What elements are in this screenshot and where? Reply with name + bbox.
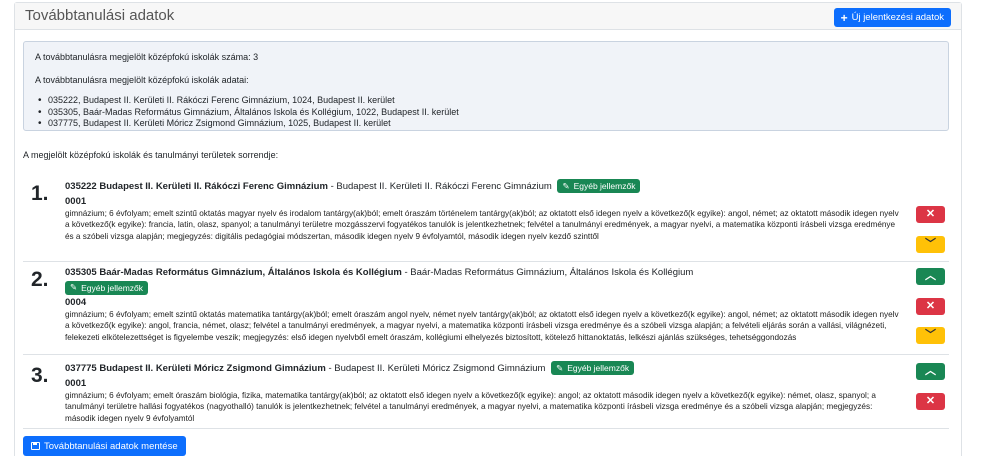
school-suffix: - Budapest II. Kerületi II. Rákóczi Fere… — [330, 181, 552, 192]
save-label: Továbbtanulási adatok mentése — [44, 440, 178, 452]
school-list-item: 035305, Baár-Madas Református Gimnázium,… — [38, 107, 937, 119]
remove-button[interactable]: ✕ — [916, 298, 945, 315]
school-list: 035222, Budapest II. Kerületi II. Rákócz… — [38, 95, 937, 130]
plus-icon: + — [840, 10, 848, 25]
chevron-up-icon: ︿ — [925, 365, 936, 377]
chevron-down-icon: ﹀ — [925, 238, 936, 250]
choice-row: 1. 035222 Budapest II. Kerületi II. Rákó… — [23, 176, 949, 262]
rank-number: 2. — [31, 268, 49, 291]
school-name: 037775 Budapest II. Kerületi Móricz Zsig… — [65, 363, 326, 374]
program-code: 0004 — [65, 297, 87, 308]
move-down-button[interactable]: ﹀ — [916, 236, 945, 253]
other-details-button[interactable]: ✎ Egyéb jellemzők — [551, 361, 635, 376]
save-button[interactable]: Továbbtanulási adatok mentése — [23, 436, 186, 456]
choice-row: 2. 035305 Baár-Madas Református Gimnáziu… — [23, 262, 949, 355]
school-name: 035305 Baár-Madas Református Gimnázium, … — [65, 267, 402, 278]
rank-number: 3. — [31, 364, 49, 387]
remove-button[interactable]: ✕ — [916, 393, 945, 410]
close-icon: ✕ — [925, 300, 936, 312]
school-suffix: - Budapest II. Kerületi Móricz Zsigmond … — [328, 363, 546, 374]
save-icon — [31, 442, 40, 450]
school-list-item: 037775, Budapest II. Kerületi Móricz Zsi… — [38, 118, 937, 130]
info-panel: A továbbtanulásra megjelölt középfokú is… — [23, 41, 949, 131]
choice-row: 3. 037775 Budapest II. Kerületi Móricz Z… — [23, 355, 949, 429]
choice-content: 035222 Budapest II. Kerületi II. Rákóczi… — [65, 179, 905, 242]
choice-content: 037775 Budapest II. Kerületi Móricz Zsig… — [65, 361, 905, 424]
move-up-button[interactable]: ︿ — [916, 268, 945, 285]
rank-number: 1. — [31, 182, 49, 205]
program-code: 0001 — [65, 378, 87, 389]
edit-icon: ✎ — [562, 180, 570, 191]
edit-icon: ✎ — [556, 362, 564, 373]
chevron-up-icon: ︿ — [925, 270, 936, 282]
other-details-button[interactable]: ✎ Egyéb jellemzők — [65, 280, 149, 295]
other-details-button[interactable]: ✎ Egyéb jellemzők — [557, 179, 641, 194]
school-count-text: A továbbtanulásra megjelölt középfokú is… — [35, 52, 259, 62]
other-details-label: Egyéb jellemzők — [81, 282, 144, 293]
chevron-down-icon: ﹀ — [925, 329, 936, 341]
close-icon: ✕ — [925, 208, 936, 220]
school-list-item: 035222, Budapest II. Kerületi II. Rákócz… — [38, 95, 937, 107]
program-code: 0001 — [65, 196, 87, 207]
close-icon: ✕ — [925, 395, 936, 407]
school-suffix: - Baár-Madas Református Gimnázium, Által… — [404, 267, 694, 278]
move-down-button[interactable]: ﹀ — [916, 327, 945, 344]
program-description: gimnázium; 6 évfolyam; emelt óraszám bio… — [65, 391, 876, 423]
new-application-label: Új jelentkezési adatok — [851, 12, 944, 23]
school-name: 035222 Budapest II. Kerületi II. Rákóczi… — [65, 181, 328, 192]
program-description: gimnázium; 6 évfolyam; emelt szintű okta… — [65, 310, 899, 342]
remove-button[interactable]: ✕ — [916, 206, 945, 223]
order-label: A megjelölt középfokú iskolák és tanulmá… — [23, 150, 279, 160]
card-header: Továbbtanulási adatok + Új jelentkezési … — [15, 3, 961, 30]
choice-content: 035305 Baár-Madas Református Gimnázium, … — [65, 265, 905, 343]
page-title: Továbbtanulási adatok — [25, 7, 175, 24]
further-studies-card: Továbbtanulási adatok + Új jelentkezési … — [14, 2, 962, 456]
program-description: gimnázium; 6 évfolyam; emelt szintű okta… — [65, 209, 899, 241]
new-application-button[interactable]: + Új jelentkezési adatok — [833, 8, 951, 27]
edit-icon: ✎ — [70, 282, 78, 293]
other-details-label: Egyéb jellemzők — [567, 363, 630, 374]
school-list-title: A továbbtanulásra megjelölt középfokú is… — [35, 75, 249, 85]
move-up-button[interactable]: ︿ — [916, 363, 945, 380]
other-details-label: Egyéb jellemzők — [573, 181, 636, 192]
